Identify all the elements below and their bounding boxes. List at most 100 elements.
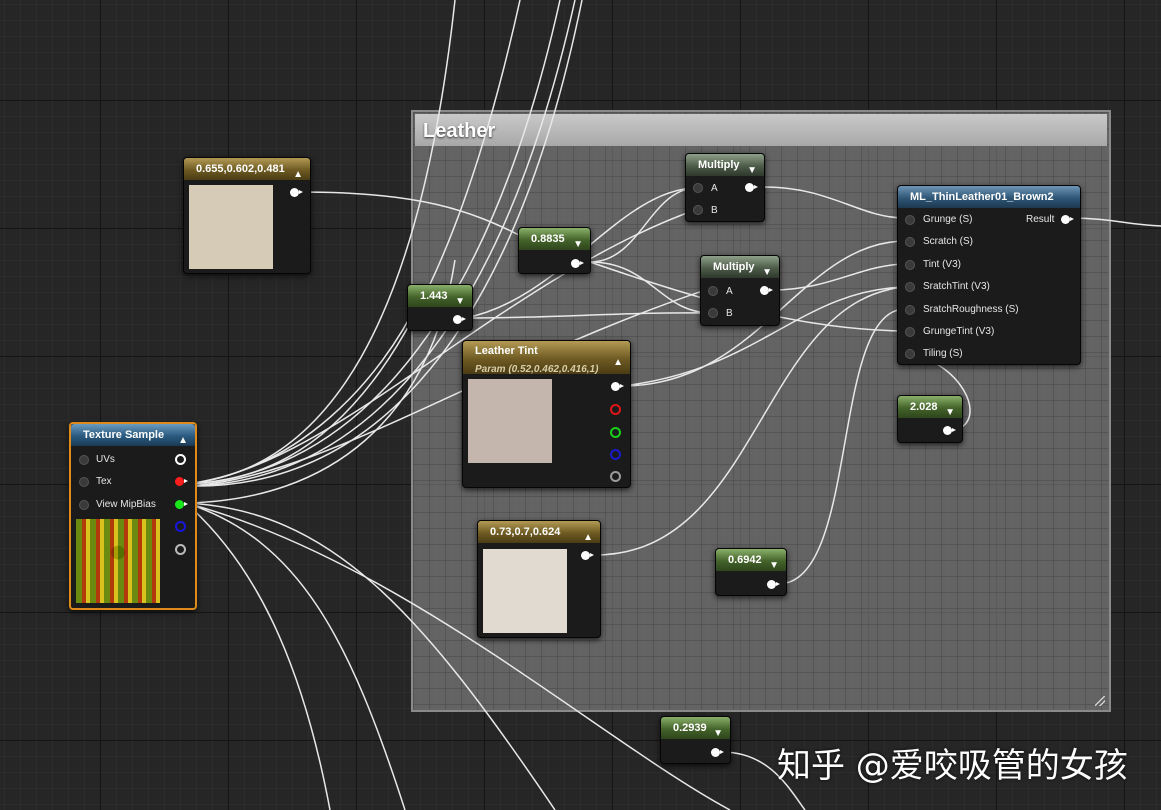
pin-label-a: A — [726, 286, 733, 297]
output-pin-b[interactable] — [610, 449, 621, 460]
node-title: 0.73,0.7,0.624 — [490, 526, 561, 538]
constant-node-08835[interactable]: 0.8835 ▼ — [518, 227, 591, 274]
collapse-arrow-icon[interactable]: ▼ — [762, 262, 772, 284]
texture-sample-node[interactable]: Texture Sample ▲ UVs Tex View MipBias — [69, 422, 197, 610]
input-pin-sratchroughness[interactable] — [905, 305, 915, 315]
output-pin-rgb[interactable] — [175, 454, 186, 465]
input-pin-tint[interactable] — [905, 260, 915, 270]
collapse-arrow-icon[interactable]: ▼ — [747, 160, 757, 182]
wire — [764, 186, 906, 219]
multiply-node-1[interactable]: Multiply ▼ A B — [685, 153, 765, 222]
node-header[interactable]: Texture Sample ▲ — [71, 424, 195, 446]
wire — [589, 261, 711, 314]
vector-parameter-leather-tint[interactable]: Leather Tint Param (0.52,0.462,0.416,1) ▲ — [462, 340, 631, 488]
node-title: 0.2939 — [673, 722, 707, 734]
node-title: 2.028 — [910, 401, 938, 413]
output-pin[interactable] — [767, 580, 780, 589]
node-title: 0.8835 — [531, 233, 565, 245]
collapse-arrow-icon[interactable]: ▲ — [178, 430, 188, 452]
collapse-arrow-icon[interactable]: ▲ — [583, 527, 593, 549]
node-title: ML_ThinLeather01_Brown2 — [910, 191, 1054, 203]
watermark-text: 知乎 @爱咬吸管的女孩 — [777, 746, 1128, 786]
node-title: Texture Sample — [83, 429, 165, 441]
input-pin-grungetint[interactable] — [905, 327, 915, 337]
texture-preview-thumbnail — [76, 519, 160, 603]
constant-node-1443[interactable]: 1.443 ▼ — [407, 284, 473, 331]
constant-node-02939[interactable]: 0.2939 ▼ — [660, 716, 731, 764]
input-pin-a[interactable] — [708, 286, 718, 296]
output-pin-r[interactable] — [610, 404, 621, 415]
node-header[interactable]: 0.2939 ▼ — [661, 717, 730, 739]
constant3vector-node-1[interactable]: 0.655,0.602,0.481 ▲ — [183, 157, 311, 274]
input-pin-scratch[interactable] — [905, 237, 915, 247]
collapse-arrow-icon[interactable]: ▼ — [769, 555, 779, 577]
wire — [771, 263, 906, 291]
input-pin-b[interactable] — [708, 308, 718, 318]
node-title: 0.6942 — [728, 554, 762, 566]
node-header[interactable]: ML_ThinLeather01_Brown2 — [898, 186, 1080, 208]
multiply-node-2[interactable]: Multiply ▼ A B — [700, 255, 780, 326]
node-title: Multiply — [698, 159, 740, 171]
material-function-node[interactable]: ML_ThinLeather01_Brown2 Grunge (S) Scrat… — [897, 185, 1081, 365]
pin-label: SratchRoughness (S) — [923, 304, 1019, 315]
input-pin-tiling[interactable] — [905, 349, 915, 359]
node-subtitle: Param (0.52,0.462,0.416,1) — [475, 364, 599, 375]
constant-node-06942[interactable]: 0.6942 ▼ — [715, 548, 787, 596]
pin-label: Grunge (S) — [923, 214, 973, 225]
constant3vector-node-2[interactable]: 0.73,0.7,0.624 ▲ — [477, 520, 601, 638]
color-preview-swatch — [189, 185, 273, 269]
node-header[interactable]: 0.73,0.7,0.624 ▲ — [478, 521, 600, 543]
collapse-arrow-icon[interactable]: ▼ — [455, 291, 465, 313]
output-pin-b[interactable] — [175, 521, 186, 532]
color-preview-swatch — [483, 549, 567, 633]
node-title: Leather Tint — [475, 345, 538, 357]
output-pin-result[interactable] — [1061, 215, 1074, 224]
collapse-arrow-icon[interactable]: ▼ — [573, 234, 583, 256]
node-header[interactable]: Multiply ▼ — [686, 154, 764, 176]
output-pin-rgb[interactable] — [611, 382, 624, 391]
collapse-arrow-icon[interactable]: ▼ — [945, 402, 955, 424]
node-header[interactable]: 2.028 ▼ — [898, 396, 962, 418]
output-pin-g[interactable] — [175, 500, 188, 509]
output-pin[interactable] — [290, 188, 303, 197]
input-pin-uvs[interactable] — [79, 455, 89, 465]
collapse-arrow-icon[interactable]: ▲ — [293, 164, 303, 186]
node-header[interactable]: Multiply ▼ — [701, 256, 779, 278]
node-header[interactable]: 0.655,0.602,0.481 ▲ — [184, 158, 310, 180]
wire — [1069, 217, 1161, 227]
output-pin[interactable] — [760, 286, 773, 295]
node-header[interactable]: 0.6942 ▼ — [716, 549, 786, 571]
pin-label-b: B — [711, 205, 718, 216]
collapse-arrow-icon[interactable]: ▼ — [713, 723, 723, 745]
node-title: 0.655,0.602,0.481 — [196, 163, 285, 175]
output-pin-g[interactable] — [610, 427, 621, 438]
output-pin[interactable] — [711, 748, 724, 757]
input-pin-b[interactable] — [693, 205, 703, 215]
output-pin[interactable] — [453, 315, 466, 324]
output-pin-a[interactable] — [610, 471, 621, 482]
input-pin-tex[interactable] — [79, 477, 89, 487]
input-pin-view-mipbias[interactable] — [79, 500, 89, 510]
pin-label: Tex — [96, 476, 112, 487]
input-pin-grunge[interactable] — [905, 215, 915, 225]
output-pin[interactable] — [571, 259, 584, 268]
input-pin-a[interactable] — [693, 183, 703, 193]
input-pin-sratchtint[interactable] — [905, 282, 915, 292]
node-header[interactable]: 0.8835 ▼ — [519, 228, 590, 250]
node-header[interactable]: 1.443 ▼ — [408, 285, 472, 307]
pin-label: SratchTint (V3) — [923, 281, 990, 292]
node-title: 1.443 — [420, 290, 448, 302]
output-pin-a[interactable] — [175, 544, 186, 555]
output-pin[interactable] — [581, 551, 594, 560]
wire — [777, 308, 906, 585]
constant-node-2028[interactable]: 2.028 ▼ — [897, 395, 963, 443]
output-pin[interactable] — [943, 426, 956, 435]
output-pin-r[interactable] — [175, 477, 188, 486]
node-title: Multiply — [713, 261, 755, 273]
pin-label-b: B — [726, 308, 733, 319]
pin-label: View MipBias — [96, 499, 156, 510]
pin-label: Tiling (S) — [923, 348, 963, 359]
collapse-arrow-icon[interactable]: ▲ — [613, 353, 623, 373]
node-header[interactable]: Leather Tint Param (0.52,0.462,0.416,1) ▲ — [463, 341, 630, 375]
output-pin[interactable] — [745, 183, 758, 192]
